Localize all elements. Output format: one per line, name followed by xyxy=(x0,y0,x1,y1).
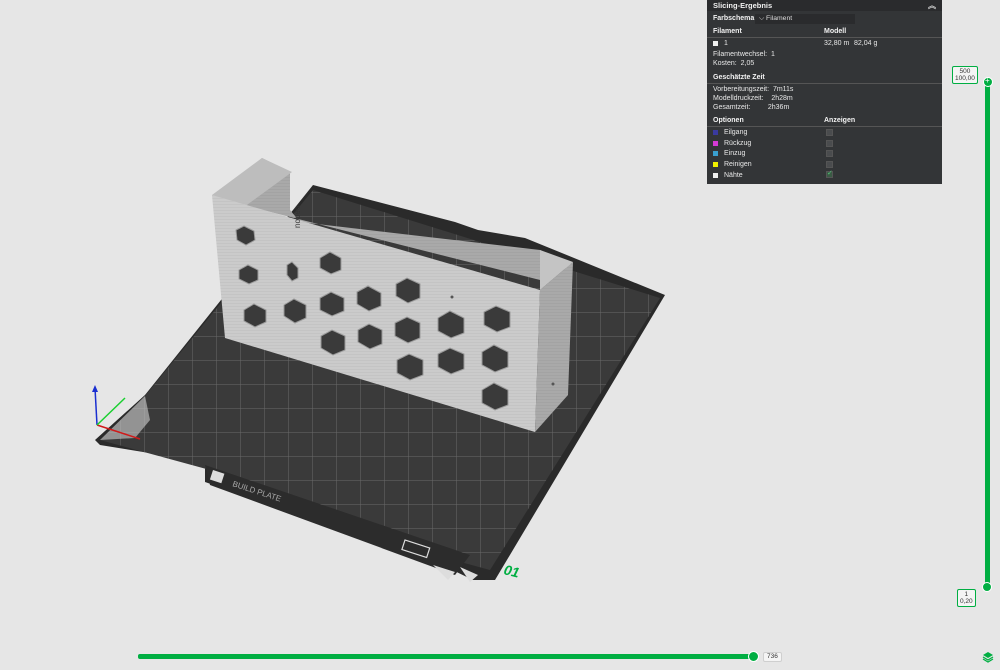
show-wipe-checkbox[interactable] xyxy=(826,161,833,168)
move-slider-value: 736 xyxy=(763,652,782,662)
layer-slider-track[interactable] xyxy=(985,80,990,588)
filament-header: Filament xyxy=(713,28,742,35)
filament-index: 1 xyxy=(724,40,728,47)
option-row-wipe: Reinigen xyxy=(713,161,752,168)
layer-slider-top-handle[interactable]: + xyxy=(983,76,993,87)
layer-slider-bottom-handle[interactable] xyxy=(982,582,992,592)
model-print-time-label: Modelldruckzeit: xyxy=(713,95,764,102)
top-layer-number: 500 xyxy=(959,68,971,75)
layer-slider-bottom-label: 1 0,20 xyxy=(957,589,976,607)
top-layer-height: 100,00 xyxy=(955,75,975,82)
wipe-swatch xyxy=(713,161,718,167)
show-header: Anzeigen xyxy=(824,117,856,124)
prep-time-value: 7m11s xyxy=(772,86,794,93)
show-retract-checkbox[interactable] xyxy=(826,140,833,147)
color-scheme-value: Filament xyxy=(766,15,793,22)
show-rapid-checkbox[interactable] xyxy=(826,129,833,136)
total-time-value: 2h36m xyxy=(767,104,790,111)
filament-changes: Filamentwechsel: 1 xyxy=(713,51,775,58)
prep-time: Vorbereitungszeit: 7m11s xyxy=(713,86,793,93)
option-row-unretract: Einzug xyxy=(713,150,745,157)
show-seams-checkbox[interactable] xyxy=(826,169,833,178)
chevron-down-icon: ⌵ xyxy=(759,15,767,22)
option-label: Rückzug xyxy=(724,140,752,147)
plus-icon: + xyxy=(985,76,990,85)
filament-row: 1 xyxy=(713,40,728,47)
color-scheme-label: Farbschema xyxy=(713,15,755,22)
model-header: Modell xyxy=(824,28,847,35)
show-unretract-checkbox[interactable] xyxy=(826,150,833,157)
filament-weight: 82,04 g xyxy=(854,40,878,47)
estimated-time-header: Geschätzte Zeit xyxy=(713,74,765,81)
option-row-seams: Nähte xyxy=(713,172,743,179)
panel-title: Slicing-Ergebnis xyxy=(713,1,773,10)
filament-changes-label: Filamentwechsel: xyxy=(713,51,768,58)
unretract-swatch xyxy=(713,150,718,156)
plate-number: 01 xyxy=(502,561,521,580)
divider xyxy=(707,83,942,84)
option-label: Nähte xyxy=(724,172,743,179)
color-scheme-select[interactable]: ⌵ Filament xyxy=(755,14,855,24)
options-header: Optionen xyxy=(713,117,744,124)
prep-time-label: Vorbereitungszeit: xyxy=(713,86,770,93)
seams-swatch xyxy=(713,172,718,178)
filament-swatch xyxy=(713,40,718,46)
move-slider-handle[interactable] xyxy=(748,651,759,662)
option-row-retract: Rückzug xyxy=(713,140,751,147)
option-row-rapid: Eilgang xyxy=(713,129,747,136)
filament-length: 32,80 m xyxy=(824,40,850,47)
option-label: Eilgang xyxy=(724,129,748,136)
move-slider-track[interactable] xyxy=(138,654,755,659)
layer-slider-top-label: 500 100,00 xyxy=(952,66,978,84)
svg-text:nobeo: nobeo xyxy=(293,205,302,228)
option-label: Reinigen xyxy=(724,161,752,168)
total-time: Gesamtzeit: 2h36m xyxy=(713,104,789,111)
option-label: Einzug xyxy=(724,150,746,157)
retract-swatch xyxy=(713,140,718,146)
bottom-layer-height: 0,20 xyxy=(960,598,973,605)
divider xyxy=(707,37,942,38)
total-time-label: Gesamtzeit: xyxy=(713,104,751,111)
bottom-layer-number: 1 xyxy=(964,591,969,598)
cost-value: 2,05 xyxy=(740,60,755,67)
cost: Kosten: 2,05 xyxy=(713,60,754,67)
cost-label: Kosten: xyxy=(713,60,737,67)
model-print-time-value: 2h28m xyxy=(771,95,793,102)
divider xyxy=(707,126,942,127)
layers-icon[interactable] xyxy=(982,651,994,663)
model-print-time: Modelldruckzeit: 2h28m xyxy=(713,95,793,102)
panel-header[interactable]: Slicing-Ergebnis ︽ xyxy=(707,0,942,11)
filament-changes-value: 1 xyxy=(770,51,775,58)
rapid-swatch xyxy=(713,129,718,135)
collapse-chevron-icon[interactable]: ︽ xyxy=(928,0,936,11)
slicing-result-panel: Slicing-Ergebnis ︽ Farbschema ⌵ Filament… xyxy=(707,0,942,184)
